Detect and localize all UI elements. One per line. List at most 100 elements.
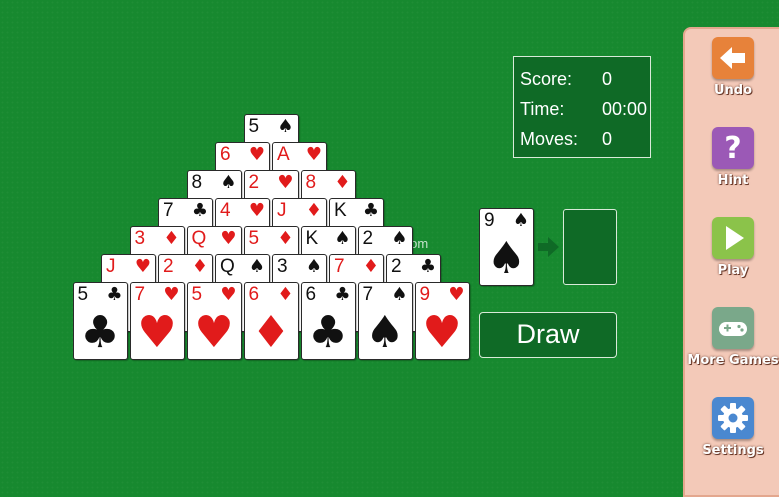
card-suit: ♠ — [277, 116, 294, 137]
score-panel: Score: 0 Time: 00:00 Moves: 0 — [513, 56, 651, 158]
question-icon: ? — [724, 131, 742, 166]
card-rank: Q — [191, 228, 207, 249]
card-suit: ♣ — [419, 256, 436, 277]
more-games-label: More Games — [687, 353, 779, 368]
card-rank: 8 — [305, 172, 317, 193]
card-suit: ♥ — [134, 256, 151, 277]
card-suit-large: ♦ — [251, 307, 291, 358]
left-arrow-icon — [720, 47, 745, 69]
card-rank: 5 — [77, 284, 89, 305]
time-row: Time: 00:00 — [520, 99, 648, 121]
card-suit-large: ♣ — [308, 307, 348, 358]
right-arrow-icon — [538, 237, 559, 257]
card-suit: ♠ — [512, 210, 529, 231]
card-suit: ♦ — [163, 228, 180, 249]
more-games-tile — [712, 307, 754, 349]
card-rank: Q — [220, 256, 235, 277]
card-suit: ♠ — [391, 284, 408, 305]
card-rank: 4 — [220, 200, 231, 221]
card-rank: 7 — [362, 284, 374, 305]
card-suit: ♦ — [305, 200, 322, 221]
card-rank: J — [106, 256, 116, 277]
waste-pile-slot[interactable] — [563, 209, 617, 285]
settings-button[interactable]: Settings — [685, 397, 779, 458]
card-rank: 2 — [391, 256, 402, 277]
hint-label: Hint — [717, 173, 749, 188]
undo-label: Undo — [713, 83, 753, 98]
card-rank: 5 — [248, 116, 260, 137]
card-suit-large: ♥ — [422, 307, 462, 358]
more-games-button[interactable]: More Games — [685, 307, 779, 368]
card-rank: 5 — [191, 284, 203, 305]
undo-button[interactable]: Undo — [685, 37, 779, 98]
card-rank: K — [305, 228, 319, 249]
card-suit: ♠ — [305, 256, 322, 277]
pyramid-card[interactable]: 9 ♥ ♥ — [414, 282, 470, 360]
hint-tile: ? — [712, 127, 754, 169]
card-rank: 5 — [248, 228, 260, 249]
hint-button[interactable]: ? Hint — [685, 127, 779, 188]
moves-value: 0 — [602, 129, 613, 149]
card-suit: ♥ — [220, 284, 237, 305]
card-rank: 9 — [419, 284, 431, 305]
card-suit: ♠ — [334, 228, 351, 249]
card-rank: 7 — [163, 200, 174, 221]
card-rank: 3 — [277, 256, 288, 277]
time-value: 00:00 — [602, 99, 648, 119]
sidebar: Undo ? Hint Play More Games Settings — [683, 27, 779, 497]
card-suit: ♥ — [163, 284, 180, 305]
time-label: Time: — [520, 99, 565, 119]
card-rank: 8 — [191, 172, 203, 193]
card-suit: ♥ — [277, 172, 294, 193]
card-rank: A — [277, 144, 290, 165]
card-suit-large: ♣ — [80, 307, 120, 358]
card-rank: K — [334, 200, 347, 221]
card-rank: 6 — [220, 144, 231, 165]
card-suit-large: ♠ — [486, 233, 527, 284]
card-suit: ♣ — [334, 284, 351, 305]
stock-card[interactable]: 9 ♠ ♠ — [479, 208, 534, 286]
card-suit: ♦ — [277, 284, 294, 305]
play-label: Play — [717, 263, 749, 278]
pyramid-card[interactable]: 7 ♥ ♥ — [129, 282, 185, 360]
card-rank: 6 — [305, 284, 317, 305]
pyramid-card[interactable]: 5 ♣ ♣ — [72, 282, 128, 360]
pyramid-card[interactable]: 7 ♠ ♠ — [357, 282, 413, 360]
card-rank: 2 — [163, 256, 174, 277]
card-rank: 7 — [134, 284, 146, 305]
draw-button[interactable]: Draw — [479, 312, 617, 358]
card-suit: ♥ — [248, 144, 265, 165]
play-icon — [726, 226, 744, 250]
card-suit: ♦ — [334, 172, 351, 193]
moves-label: Moves: — [520, 129, 579, 149]
card-rank: 2 — [248, 172, 260, 193]
card-suit: ♥ — [220, 228, 237, 249]
undo-tile — [712, 37, 754, 79]
card-rank: 2 — [362, 228, 374, 249]
card-suit-large: ♠ — [365, 307, 405, 358]
card-rank: 7 — [334, 256, 345, 277]
card-suit-large: ♥ — [137, 307, 177, 358]
pyramid-card[interactable]: 6 ♣ ♣ — [300, 282, 356, 360]
card-suit: ♥ — [248, 200, 265, 221]
card-suit: ♥ — [448, 284, 465, 305]
card-rank: 9 — [484, 210, 495, 231]
card-rank: J — [277, 200, 287, 221]
card-suit: ♠ — [220, 172, 237, 193]
card-suit: ♦ — [362, 256, 379, 277]
moves-row: Moves: 0 — [520, 129, 644, 151]
gamepad-icon — [719, 322, 747, 336]
pyramid-card[interactable]: 5 ♥ ♥ — [186, 282, 242, 360]
play-button[interactable]: Play — [685, 217, 779, 278]
pyramid-card[interactable]: 6 ♦ ♦ — [243, 282, 299, 360]
play-tile — [712, 217, 754, 259]
score-label: Score: — [520, 69, 573, 89]
score-value: 0 — [602, 69, 613, 89]
card-suit: ♥ — [305, 144, 322, 165]
gear-icon — [718, 403, 748, 433]
card-rank: 3 — [134, 228, 146, 249]
score-row: Score: 0 — [520, 69, 644, 91]
card-suit-large: ♥ — [194, 307, 234, 358]
card-suit: ♠ — [391, 228, 408, 249]
settings-label: Settings — [702, 443, 764, 458]
